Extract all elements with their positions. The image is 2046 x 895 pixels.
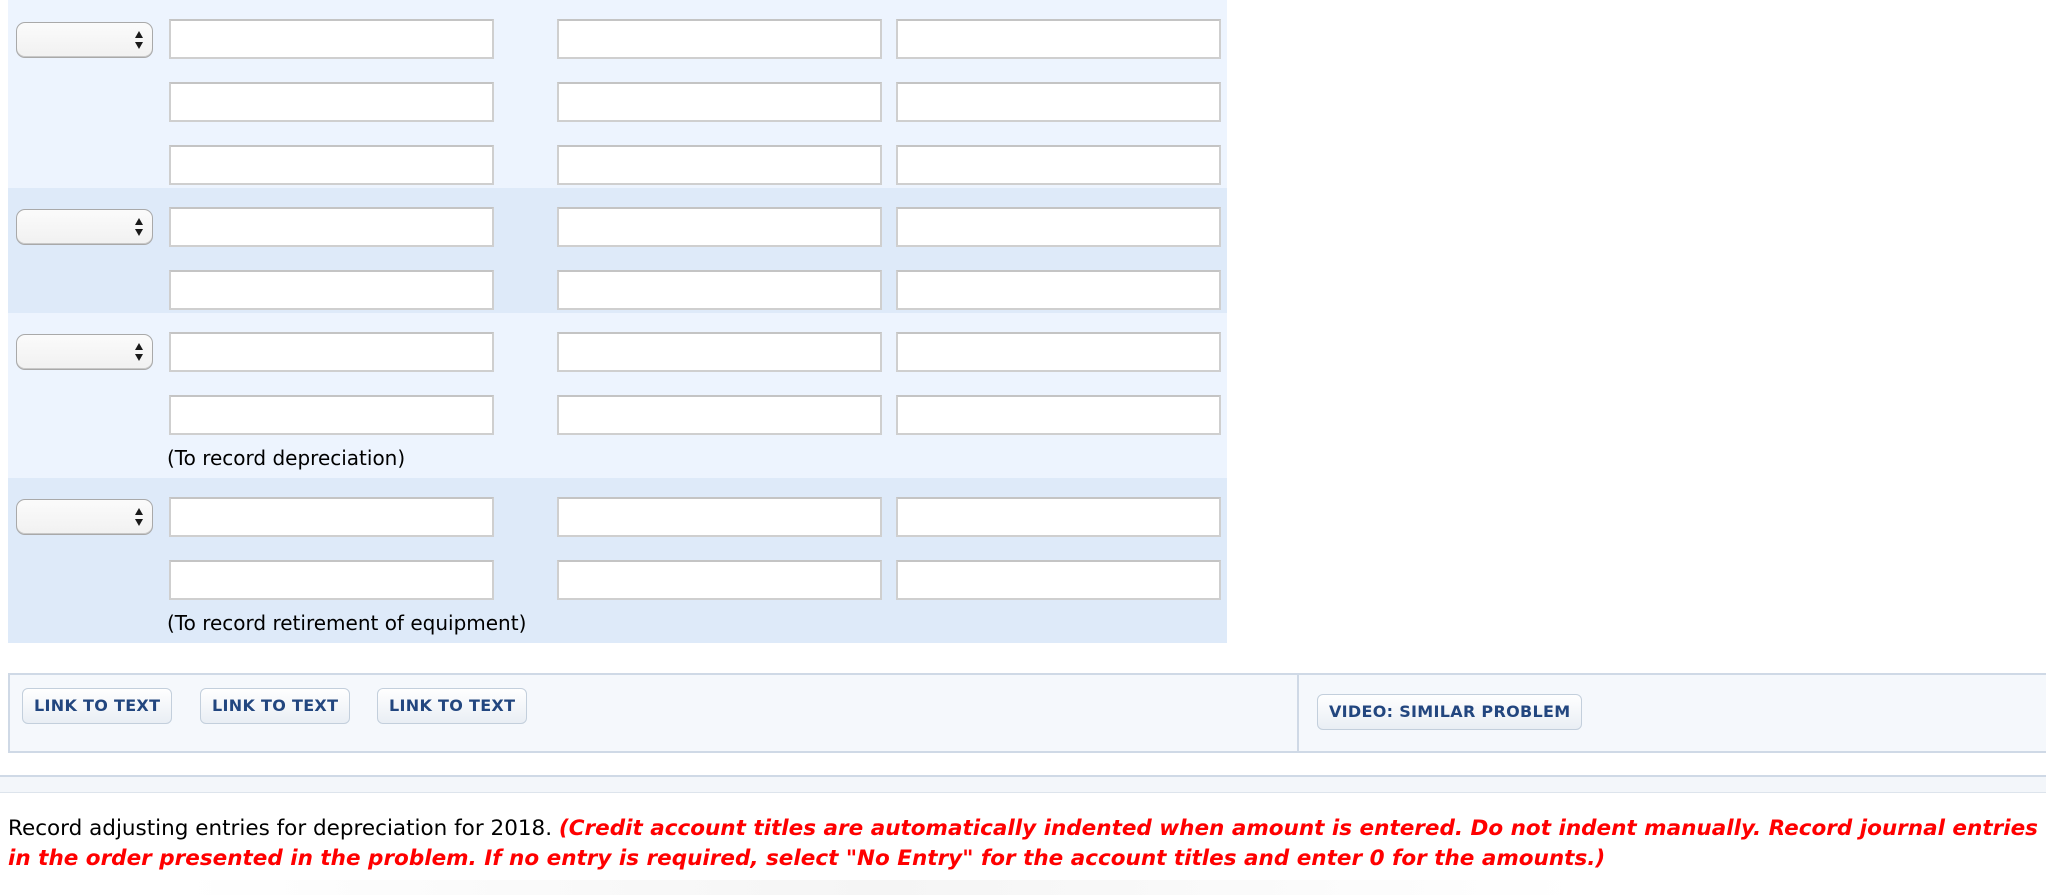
credit-input[interactable] — [896, 560, 1221, 600]
credit-input[interactable] — [896, 145, 1221, 185]
entry-note: (To record depreciation) — [167, 446, 406, 470]
journal-entry-1 — [8, 0, 1227, 188]
credit-input[interactable] — [896, 332, 1221, 372]
debit-input[interactable] — [557, 145, 882, 185]
instruction-text: Record adjusting entries for depreciatio… — [8, 816, 559, 841]
select-arrows-icon — [134, 507, 144, 529]
bar-divider — [1297, 675, 1299, 751]
credit-input[interactable] — [896, 270, 1221, 310]
select-arrows-icon — [134, 30, 144, 52]
date-select[interactable] — [16, 209, 153, 245]
account-title-input[interactable] — [169, 19, 494, 59]
account-title-input[interactable] — [169, 270, 494, 310]
link-to-text-button[interactable]: LINK TO TEXT — [22, 688, 173, 724]
debit-input[interactable] — [557, 82, 882, 122]
journal-entry-2 — [8, 188, 1227, 313]
debit-input[interactable] — [557, 270, 882, 310]
credit-input[interactable] — [896, 497, 1221, 537]
video-similar-problem-button[interactable]: VIDEO: SIMILAR PROBLEM — [1317, 694, 1583, 730]
debit-input[interactable] — [557, 560, 882, 600]
question-instructions: Record adjusting entries for depreciatio… — [8, 814, 2038, 874]
link-to-text-button[interactable]: LINK TO TEXT — [377, 688, 528, 724]
credit-input[interactable] — [896, 82, 1221, 122]
account-title-input[interactable] — [169, 560, 494, 600]
resource-links-bar: LINK TO TEXT LINK TO TEXT LINK TO TEXT V… — [8, 673, 2046, 753]
credit-input[interactable] — [896, 19, 1221, 59]
link-to-text-button[interactable]: LINK TO TEXT — [200, 688, 351, 724]
date-select[interactable] — [16, 499, 153, 535]
debit-input[interactable] — [557, 19, 882, 59]
account-title-input[interactable] — [169, 332, 494, 372]
select-arrows-icon — [134, 217, 144, 239]
date-select[interactable] — [16, 334, 153, 370]
bottom-shadow — [180, 880, 1580, 895]
account-title-input[interactable] — [169, 395, 494, 435]
debit-input[interactable] — [557, 497, 882, 537]
account-title-input[interactable] — [169, 145, 494, 185]
credit-input[interactable] — [896, 395, 1221, 435]
journal-entry-3: (To record depreciation) — [8, 313, 1227, 478]
entry-note: (To record retirement of equipment) — [167, 611, 527, 635]
journal-entry-4: (To record retirement of equipment) — [8, 478, 1227, 643]
debit-input[interactable] — [557, 207, 882, 247]
date-select[interactable] — [16, 22, 153, 58]
account-title-input[interactable] — [169, 497, 494, 537]
section-separator — [0, 775, 2046, 793]
credit-input[interactable] — [896, 207, 1221, 247]
account-title-input[interactable] — [169, 82, 494, 122]
select-arrows-icon — [134, 342, 144, 364]
debit-input[interactable] — [557, 332, 882, 372]
account-title-input[interactable] — [169, 207, 494, 247]
debit-input[interactable] — [557, 395, 882, 435]
